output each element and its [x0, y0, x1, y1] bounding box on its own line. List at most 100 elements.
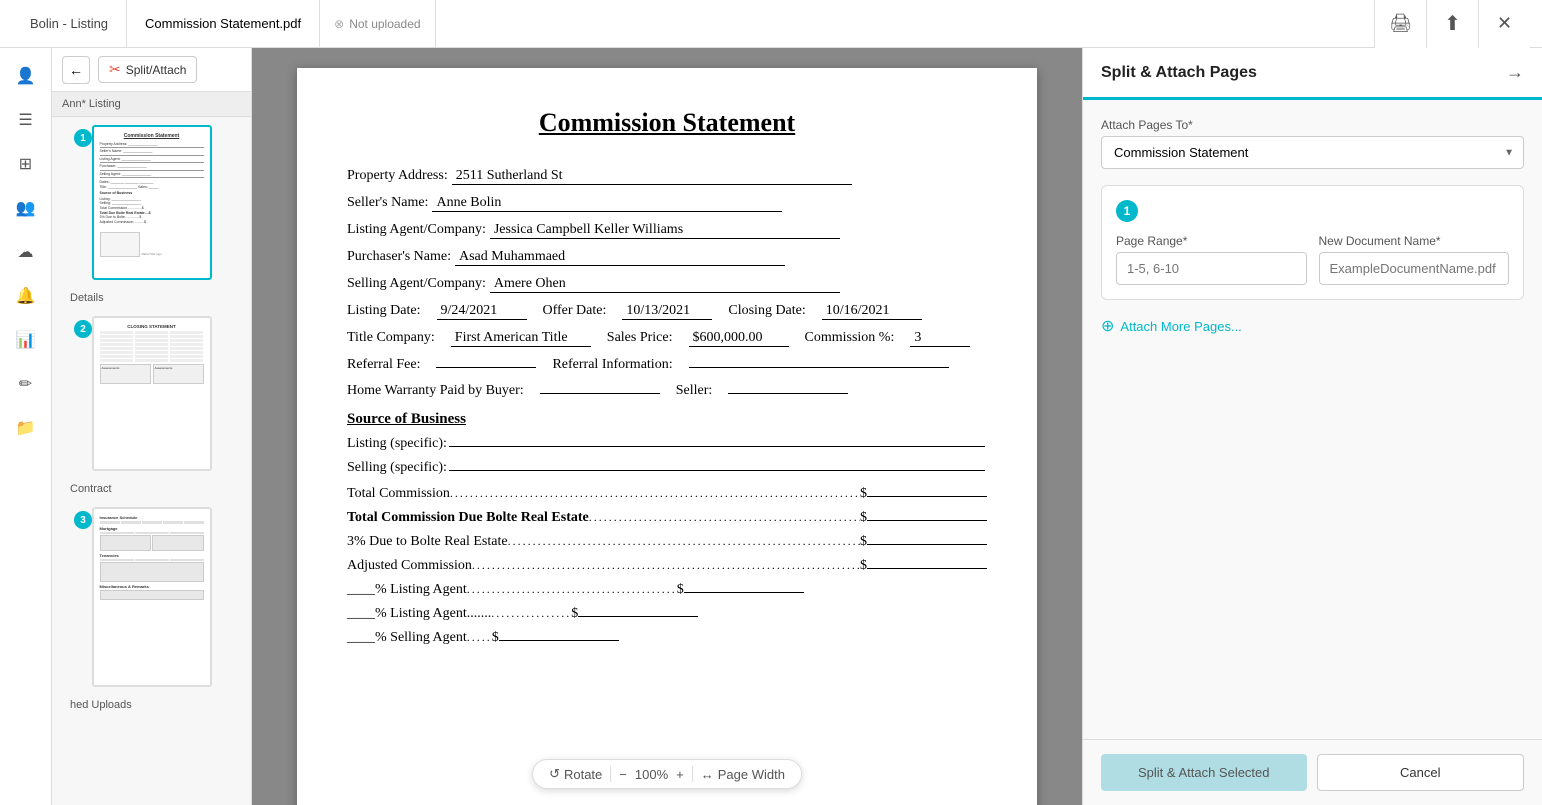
adjusted-label: Adjusted Commission [347, 558, 472, 574]
total-due-label: Total Commission Due Bolte Real Estate [347, 510, 589, 526]
right-panel-header: Split & Attach Pages → [1083, 48, 1542, 100]
thumbnail-page-2[interactable]: CLOSING STATEMENT Assessments Assessment… [60, 316, 243, 471]
sidebar-edit-btn[interactable]: ✏ [6, 364, 46, 404]
toolbar-divider-2 [692, 766, 693, 782]
page-width-label: Page Width [718, 767, 785, 782]
listing-date-value: 9/24/2021 [437, 303, 527, 320]
referral-info-value [689, 367, 949, 368]
zoom-out-button[interactable]: − [619, 767, 627, 782]
thumbnail-panel: ← ✂ Split/Attach Ann* Listing Commission… [52, 48, 252, 805]
zoom-in-button[interactable]: + [676, 767, 684, 782]
title-sales-row: Title Company: First American Title Sale… [347, 330, 987, 347]
thumb-badge-2: 2 [74, 320, 92, 338]
doc-title: Commission Statement [347, 108, 987, 138]
buyer-warranty-value [540, 393, 660, 394]
sidebar-list-btn[interactable]: ☰ [6, 100, 46, 140]
thumb-img-3: Insurance Schedule Mortgage [92, 507, 212, 687]
page-range-input[interactable] [1116, 252, 1307, 285]
sidebar-users-btn[interactable]: 👥 [6, 188, 46, 228]
adjusted-row: Adjusted Commission ....................… [347, 558, 987, 574]
listing-agent-pct1-row: ____% Listing Agent ....................… [347, 582, 987, 598]
upload-button[interactable]: ⬆ [1426, 0, 1478, 48]
cancel-button[interactable]: Cancel [1317, 754, 1525, 791]
split-attach-button[interactable]: ✂ Split/Attach [98, 56, 197, 83]
adjusted-dollar: $ [860, 558, 867, 574]
page-width-button[interactable]: ↔ Page Width [701, 767, 785, 782]
right-panel-title: Split & Attach Pages [1101, 64, 1257, 82]
selling-specific-fill [449, 470, 985, 471]
sidebar-folder-btn[interactable]: 📁 [6, 408, 46, 448]
thumbnail-page-3[interactable]: Insurance Schedule Mortgage [60, 507, 243, 687]
purchaser-name-row: Purchaser's Name: Asad Muhammaed [347, 249, 987, 266]
three-pct-dollar: $ [860, 534, 867, 550]
main-layout: 👤 ☰ ⊞ 👥 ☁ 🔔 📊 ✏ 📁 ← [0, 48, 1542, 805]
listing-agent-pct1-dots: ........................................… [467, 582, 677, 597]
panel-title-text: Ann* Listing [62, 98, 121, 110]
zoom-level-text: 100% [635, 767, 668, 782]
minus-icon: − [619, 767, 627, 782]
chart-icon: 📊 [16, 330, 36, 350]
seller-warranty-value [728, 393, 848, 394]
thumb-badge-1: 1 [74, 129, 92, 147]
sidebar-person-btn[interactable]: 👤 [6, 56, 46, 96]
seller-name-label: Seller's Name: [347, 195, 428, 211]
title-company-label: Title Company: [347, 330, 435, 346]
tab-bolin-listing[interactable]: Bolin - Listing [12, 0, 127, 47]
sales-price-label: Sales Price: [607, 330, 673, 346]
tab-commission-pdf[interactable]: Commission Statement.pdf [127, 0, 320, 47]
split-attach-label: Split/Attach [126, 63, 187, 77]
not-uploaded-text: Not uploaded [349, 17, 420, 31]
sidebar-grid-btn[interactable]: ⊞ [6, 144, 46, 184]
right-panel-close-button[interactable]: → [1506, 62, 1524, 83]
total-commission-row: Total Commission .......................… [347, 486, 987, 502]
home-warranty-label: Home Warranty Paid by Buyer: [347, 383, 524, 399]
thumbnail-page-1[interactable]: Commission Statement Property Address: _… [60, 125, 243, 280]
listing-agent-row: Listing Agent/Company: Jessica Campbell … [347, 222, 987, 239]
seller-name-row: Seller's Name: Anne Bolin [347, 195, 987, 212]
listing-agent-pct1-dollar: $ [677, 582, 684, 598]
offer-date-value: 10/13/2021 [622, 303, 712, 320]
total-commission-dots: ........................................… [450, 486, 860, 501]
attach-pages-select-wrapper: Commission Statement [1101, 136, 1524, 169]
seller-name-value: Anne Bolin [432, 195, 782, 212]
selling-agent-pct-line [499, 640, 619, 641]
sidebar-chart-btn[interactable]: 📊 [6, 320, 46, 360]
sidebar-cloud-btn[interactable]: ☁ [6, 232, 46, 272]
close-button[interactable]: ✕ [1478, 0, 1530, 48]
edit-icon: ✏ [19, 374, 32, 394]
attach-pages-field: Attach Pages To* Commission Statement [1101, 118, 1524, 169]
attach-more-button[interactable]: ⊕ Attach More Pages... [1101, 316, 1524, 336]
tab-commission-label: Commission Statement.pdf [145, 16, 301, 31]
new-doc-input[interactable] [1319, 252, 1510, 285]
total-commission-line [867, 496, 987, 497]
attach-pages-select[interactable]: Commission Statement [1101, 136, 1524, 169]
back-button[interactable]: ← [62, 56, 90, 84]
purchaser-name-label: Purchaser's Name: [347, 249, 451, 265]
listing-specific-fill [449, 446, 985, 447]
attach-more-icon: ⊕ [1101, 316, 1114, 336]
back-icon: ← [69, 62, 83, 78]
listing-agent-value: Jessica Campbell Keller Williams [490, 222, 840, 239]
property-address-value: 2511 Sutherland St [452, 168, 852, 185]
dates-row: Listing Date: 9/24/2021 Offer Date: 10/1… [347, 303, 987, 320]
sidebar-bell-btn[interactable]: 🔔 [6, 276, 46, 316]
three-pct-line [867, 544, 987, 545]
upload-icon: ⬆ [1444, 11, 1461, 36]
three-pct-dots: ........................................… [508, 534, 860, 549]
listing-specific-row: Listing (specific): [347, 436, 987, 452]
thumb-label-uploads: hed Uploads [60, 697, 243, 713]
not-uploaded-dot: ⊗ [334, 17, 344, 31]
attach-pages-label: Attach Pages To* [1101, 118, 1524, 132]
total-commission-label: Total Commission [347, 486, 450, 502]
listing-agent-pct2-line [578, 616, 698, 617]
document-viewer[interactable]: Commission Statement Property Address: 2… [252, 48, 1082, 805]
three-pct-label: 3% Due to Bolte Real Estate [347, 534, 508, 550]
selling-specific-label: Selling (specific): [347, 460, 447, 476]
zoom-level-display: 100% [635, 767, 668, 782]
right-panel-footer: Split & Attach Selected Cancel [1083, 739, 1542, 805]
split-attach-selected-button[interactable]: Split & Attach Selected [1101, 754, 1307, 791]
total-due-dollar: $ [860, 510, 867, 526]
print-button[interactable]: 🖨 [1374, 0, 1426, 48]
rotate-button[interactable]: ↺ Rotate [549, 766, 602, 782]
icon-sidebar: 👤 ☰ ⊞ 👥 ☁ 🔔 📊 ✏ 📁 [0, 48, 52, 805]
